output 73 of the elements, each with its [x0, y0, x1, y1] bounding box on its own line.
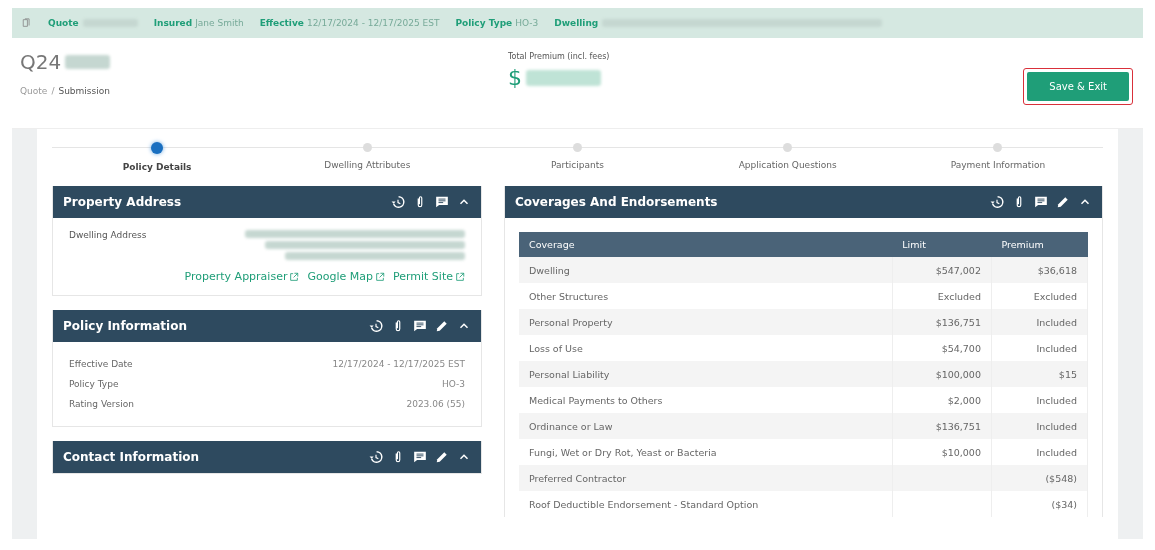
table-cell: Included [991, 413, 1088, 439]
summary-label: Dwelling [554, 18, 599, 28]
step-dot[interactable] [151, 142, 164, 154]
field-label: Rating Version [69, 399, 134, 409]
currency-sign: $ [508, 65, 522, 90]
table-cell: Personal Property [519, 309, 893, 335]
external-link-icon [455, 271, 465, 282]
step-label[interactable]: Policy Details [122, 162, 192, 172]
history-icon[interactable] [391, 195, 405, 209]
field-label: Policy Type [69, 379, 119, 389]
comment-icon[interactable] [1034, 195, 1048, 209]
table-cell: Included [991, 309, 1088, 335]
table-cell: $36,618 [991, 257, 1088, 283]
table-cell: $547,002 [892, 257, 992, 283]
column-header: Limit [892, 232, 992, 257]
column-header: Coverage [519, 232, 893, 257]
panel-title: Policy Information [63, 319, 188, 333]
document-icon [22, 17, 32, 29]
table-cell: Preferred Contractor [519, 465, 893, 491]
redacted-text [65, 55, 111, 69]
edit-icon[interactable] [435, 450, 449, 464]
step-dot[interactable] [362, 143, 372, 152]
panel-title: Contact Information [63, 450, 201, 464]
edit-icon[interactable] [1056, 195, 1070, 209]
external-link[interactable]: Property Appraiser [184, 270, 300, 283]
external-link-icon [289, 271, 300, 282]
step-dot[interactable] [993, 143, 1003, 152]
external-link[interactable]: Permit Site [392, 270, 465, 283]
save-exit-button[interactable]: Save & Exit [1027, 72, 1129, 101]
step-label[interactable]: Application Questions [738, 160, 837, 170]
summary-label: Quote [48, 18, 79, 28]
column-header: Premium [991, 232, 1088, 257]
step-label[interactable]: Dwelling Attributes [324, 160, 411, 170]
history-icon[interactable] [369, 319, 383, 333]
step-label[interactable]: Participants [551, 160, 604, 170]
field-value: 2023.06 (55) [406, 399, 465, 409]
edit-icon[interactable] [435, 319, 449, 333]
table-cell: ($548) [991, 465, 1088, 491]
field-label: Effective Date [69, 359, 133, 369]
external-link-icon [374, 271, 385, 282]
table-cell: Ordinance or Law [519, 413, 893, 439]
field-label: Dwelling Address [69, 230, 147, 242]
premium-label: Total Premium (incl. fees) [508, 52, 611, 61]
table-cell: $136,751 [892, 413, 992, 439]
table-cell: Roof Deductible Endorsement - Standard Option [519, 491, 893, 517]
breadcrumb-separator: / [51, 86, 55, 96]
summary-label: Policy Type [455, 18, 513, 28]
step-dot[interactable] [783, 143, 793, 152]
summary-label: Insured [153, 18, 193, 28]
step-label[interactable]: Payment Information [950, 160, 1046, 170]
history-icon[interactable] [990, 195, 1004, 209]
summary-value: Jane Smith [195, 18, 244, 28]
step-dot[interactable] [573, 143, 582, 152]
summary-value: 12/17/2024 - 12/17/2025 EST [306, 18, 440, 28]
panel-title: Coverages And Endorsements [515, 195, 719, 209]
summary-value: HO-3 [515, 18, 539, 28]
panel-title: Property Address [63, 195, 183, 209]
table-cell: ($34) [991, 491, 1088, 517]
breadcrumb-item: Submission [58, 86, 110, 96]
table-cell: $136,751 [892, 309, 992, 335]
quote-number: Q24 [20, 50, 62, 74]
summary-label: Effective [259, 18, 304, 28]
table-cell: $100,000 [892, 361, 992, 387]
table-cell: Dwelling [519, 257, 893, 283]
external-link[interactable]: Google Map [307, 270, 385, 283]
table-cell: $15 [991, 361, 1088, 387]
comment-icon[interactable] [435, 195, 449, 209]
history-icon[interactable] [369, 450, 383, 464]
comment-icon[interactable] [413, 319, 427, 333]
comment-icon[interactable] [413, 450, 427, 464]
table-cell: Personal Liability [519, 361, 893, 387]
field-value: HO-3 [441, 379, 465, 389]
field-value: 12/17/2024 - 12/17/2025 EST [332, 359, 465, 369]
